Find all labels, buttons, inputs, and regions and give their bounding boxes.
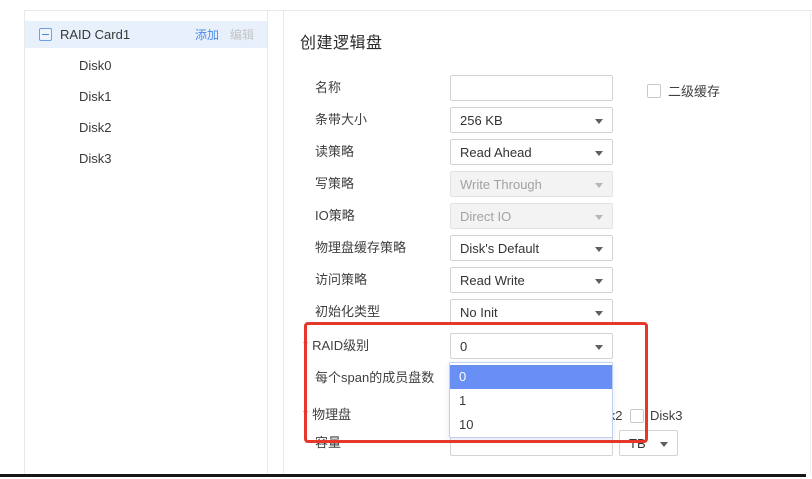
capacity-unit-select[interactable]: TB <box>619 430 678 456</box>
stripe-size-label: 条带大小 <box>315 107 367 133</box>
name-input[interactable] <box>450 75 613 101</box>
form-row-init-type: 初始化类型 No Init <box>284 299 810 325</box>
disk-cache-policy-label: 物理盘缓存策略 <box>315 235 406 261</box>
io-policy-select: Direct IO <box>450 203 613 229</box>
form-row-name: 名称 二级缓存 <box>284 75 810 101</box>
page-title: 创建逻辑盘 <box>300 29 383 53</box>
init-type-select[interactable]: No Init <box>450 299 613 325</box>
chevron-down-icon <box>595 151 603 156</box>
minus-square-icon[interactable] <box>39 28 52 41</box>
sidebar-right-border <box>267 10 268 474</box>
add-link[interactable]: 添加 <box>195 26 219 43</box>
access-policy-value: Read Write <box>460 273 525 288</box>
form-row-write-policy: 写策略 Write Through <box>284 171 810 197</box>
read-policy-label: 读策略 <box>315 139 354 165</box>
io-policy-label: IO策略 <box>315 203 355 229</box>
tree-node-disk1[interactable]: Disk1 <box>25 81 267 112</box>
write-policy-select: Write Through <box>450 171 613 197</box>
write-policy-value: Write Through <box>460 177 542 192</box>
form-row-read-policy: 读策略 Read Ahead <box>284 139 810 165</box>
chevron-down-icon <box>595 215 603 220</box>
init-type-label: 初始化类型 <box>315 299 380 325</box>
secondary-cache-checkbox[interactable] <box>647 84 661 98</box>
read-policy-value: Read Ahead <box>460 145 532 160</box>
required-marker: * <box>303 338 308 353</box>
init-type-value: No Init <box>460 305 498 320</box>
name-label: 名称 <box>315 75 341 101</box>
chevron-down-icon <box>595 183 603 188</box>
stripe-size-select[interactable]: 256 KB <box>450 107 613 133</box>
disk-list: Disk0 Disk1 Disk2 Disk3 <box>25 50 267 174</box>
chevron-down-icon <box>595 345 603 350</box>
raid-card-label: RAID Card1 <box>60 27 130 42</box>
tree-node-disk3[interactable]: Disk3 <box>25 143 267 174</box>
raid-level-option-1[interactable]: 1 <box>450 389 612 413</box>
access-policy-label: 访问策略 <box>315 267 367 293</box>
raid-level-dropdown-menu: 0 1 10 <box>449 362 613 438</box>
physical-disks-label: *物理盘 <box>303 402 351 428</box>
form-row-access-policy: 访问策略 Read Write <box>284 267 810 293</box>
disk-cache-policy-value: Disk's Default <box>460 241 539 256</box>
main-panel-right-border <box>810 10 811 474</box>
tree-node-disk2[interactable]: Disk2 <box>25 112 267 143</box>
secondary-cache-label: 二级缓存 <box>668 81 720 100</box>
stripe-size-value: 256 KB <box>460 113 503 128</box>
raid-tree-sidebar: RAID Card1 添加 编辑 Disk0 Disk1 Disk2 Disk3 <box>25 11 267 473</box>
raid-level-select[interactable]: 0 <box>450 333 613 359</box>
edit-link[interactable]: 编辑 <box>230 26 254 43</box>
chevron-down-icon <box>595 279 603 284</box>
raid-level-option-10[interactable]: 10 <box>450 413 612 437</box>
chevron-down-icon <box>595 247 603 252</box>
required-marker: * <box>303 407 308 422</box>
tree-node-disk0[interactable]: Disk0 <box>25 50 267 81</box>
raid-level-value: 0 <box>460 339 467 354</box>
form-row-io-policy: IO策略 Direct IO <box>284 203 810 229</box>
form-row-stripe-size: 条带大小 256 KB <box>284 107 810 133</box>
raid-management-screen: RAID Card1 添加 编辑 Disk0 Disk1 Disk2 Disk3… <box>0 0 812 479</box>
access-policy-select[interactable]: Read Write <box>450 267 613 293</box>
capacity-label: 容量 <box>315 430 341 456</box>
tree-node-raid-card[interactable]: RAID Card1 添加 编辑 <box>25 21 267 48</box>
chevron-down-icon <box>595 311 603 316</box>
screenshot-bottom-border <box>0 474 806 477</box>
chevron-down-icon <box>660 442 668 447</box>
raid-level-option-0[interactable]: 0 <box>450 365 612 389</box>
disk3-checkbox-label: Disk3 <box>650 408 683 423</box>
raid-level-label: *RAID级别 <box>303 333 369 359</box>
disk-cache-policy-select[interactable]: Disk's Default <box>450 235 613 261</box>
form-row-raid-level: *RAID级别 0 <box>284 333 810 359</box>
io-policy-value: Direct IO <box>460 209 511 224</box>
span-members-label: 每个span的成员盘数 <box>315 365 434 391</box>
disk3-checkbox[interactable] <box>630 409 644 423</box>
chevron-down-icon <box>595 119 603 124</box>
read-policy-select[interactable]: Read Ahead <box>450 139 613 165</box>
write-policy-label: 写策略 <box>315 171 354 197</box>
form-row-disk-cache-policy: 物理盘缓存策略 Disk's Default <box>284 235 810 261</box>
capacity-unit-value: TB <box>629 436 646 451</box>
